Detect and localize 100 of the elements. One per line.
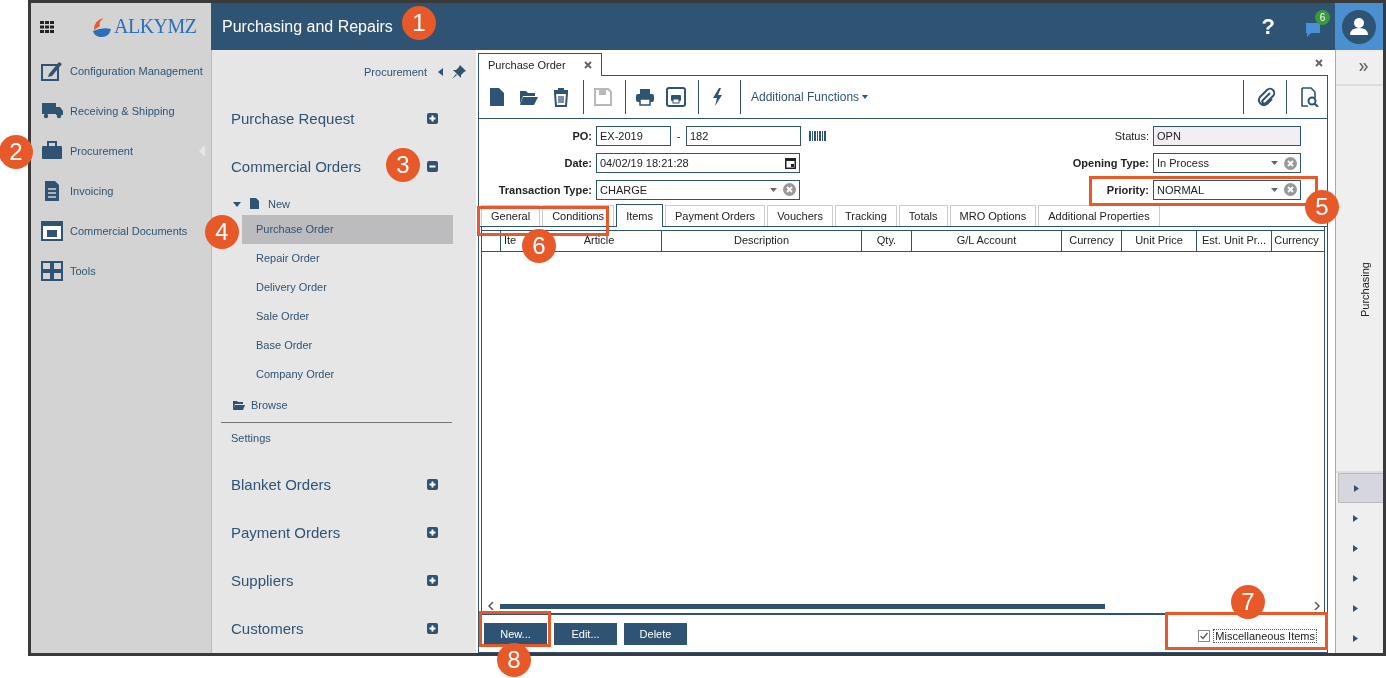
avatar-icon[interactable] <box>1342 9 1376 44</box>
field-label: Transaction Type: <box>497 183 593 196</box>
notification-badge: 6 <box>1315 9 1330 25</box>
nav-item[interactable]: Receiving & Shipping <box>31 91 205 131</box>
panel-title: Purchasing <box>1358 262 1371 318</box>
action-button[interactable]: New... <box>484 622 547 645</box>
menu-section[interactable]: Blanket Orders <box>231 475 332 493</box>
input-field[interactable]: EX-2019 <box>596 126 671 147</box>
caret-down-icon <box>862 95 869 99</box>
menu-section[interactable]: Purchase Request <box>231 109 355 127</box>
dropdown-field[interactable]: In Process <box>1153 153 1301 173</box>
caret-down-icon <box>1271 161 1278 165</box>
input-field[interactable]: 182 <box>686 126 801 147</box>
tree-item[interactable]: Delivery Order <box>242 273 453 302</box>
tab[interactable]: MRO Options <box>949 205 1037 226</box>
action-button[interactable]: Edit... <box>554 622 617 645</box>
nav-item[interactable]: Commercial Documents <box>31 211 205 251</box>
paperclip-icon[interactable] <box>1256 87 1276 107</box>
triangle-right-icon <box>1353 514 1358 522</box>
tab[interactable]: Additional Properties <box>1038 205 1160 226</box>
tree-item[interactable]: Company Order <box>242 360 453 389</box>
triangle-right-icon <box>1353 544 1358 552</box>
expand-icon[interactable] <box>427 478 438 490</box>
close-icon[interactable] <box>583 61 592 69</box>
tab[interactable]: Vouchers <box>767 205 833 226</box>
nav-item[interactable]: Invoicing <box>31 171 205 211</box>
help-button[interactable]: ? <box>1261 13 1275 40</box>
column-header[interactable]: Ite <box>504 231 517 250</box>
column-header[interactable]: G/L Account <box>956 231 1017 250</box>
trash-icon[interactable] <box>551 87 571 107</box>
tab[interactable]: Items <box>616 204 664 227</box>
clear-icon[interactable] <box>1284 156 1297 170</box>
calendar-icon[interactable] <box>785 157 796 169</box>
printer-icon[interactable] <box>635 87 655 107</box>
checkbox-label[interactable]: Miscellaneous Items <box>1213 628 1317 643</box>
menu-button[interactable]: Additional Functions <box>741 90 869 104</box>
action-button[interactable]: Delete <box>624 622 687 645</box>
clear-icon[interactable] <box>1284 183 1297 197</box>
column-header[interactable]: Currency <box>1274 231 1319 250</box>
tree-item[interactable]: Base Order <box>242 331 453 360</box>
caret-down-icon <box>770 187 777 192</box>
dropdown-field[interactable]: NORMAL <box>1153 179 1301 200</box>
tab[interactable]: General <box>481 205 541 226</box>
print-preview-icon[interactable] <box>666 87 686 107</box>
document-tab[interactable]: Purchase Order <box>478 53 602 76</box>
field-label: Status: <box>1113 130 1150 143</box>
column-header[interactable]: Qty. <box>876 231 897 250</box>
menu-section[interactable]: Customers <box>231 619 304 637</box>
tree-item[interactable]: Purchase Order <box>242 215 453 244</box>
expand-icon[interactable] <box>427 112 438 124</box>
folder-icon <box>233 400 245 410</box>
expand-icon[interactable] <box>427 574 438 586</box>
close-icon[interactable] <box>1315 59 1323 67</box>
tree-item[interactable]: Browse <box>251 399 288 411</box>
menu-section[interactable]: Payment Orders <box>231 523 341 541</box>
barcode-icon[interactable] <box>809 131 826 142</box>
nav-item[interactable]: Configuration Management <box>31 51 205 91</box>
nav-item[interactable]: Tools <box>31 251 205 291</box>
document-search-icon[interactable] <box>1299 87 1319 107</box>
apps-grid-icon[interactable] <box>40 20 54 33</box>
nav-item[interactable]: Procurement <box>31 131 205 171</box>
clear-icon[interactable] <box>783 183 796 197</box>
column-header[interactable]: Unit Price <box>1135 231 1183 250</box>
expand-icon[interactable] <box>427 526 438 538</box>
column-header[interactable]: Article <box>583 231 615 250</box>
logo-text: ALKYMZ <box>114 15 197 38</box>
field-label: Priority: <box>1105 183 1150 196</box>
tree-item[interactable]: Sale Order <box>242 302 453 331</box>
column-header[interactable]: Currency <box>1069 231 1114 250</box>
caret-down-icon[interactable] <box>233 199 241 208</box>
column-header[interactable]: Description <box>734 231 789 250</box>
readonly-field: OPN <box>1153 126 1301 147</box>
field-label: Date: <box>563 157 593 169</box>
tree-item[interactable]: Repair Order <box>242 244 453 273</box>
tab[interactable]: Payment Orders <box>665 205 766 226</box>
grid-icon <box>41 260 63 282</box>
settings-link[interactable]: Settings <box>212 423 476 453</box>
triangle-right-icon <box>1354 484 1359 492</box>
tab[interactable]: Tracking <box>835 205 897 226</box>
new-document-icon[interactable] <box>487 87 507 107</box>
scroll-left-icon[interactable] <box>488 602 494 610</box>
date-field[interactable]: 04/02/19 18:21:28 <box>596 153 800 173</box>
expand-icon[interactable] <box>427 622 438 634</box>
collapse-arrow-icon[interactable] <box>438 68 443 76</box>
checkbox-icon[interactable] <box>1198 629 1211 642</box>
pin-icon[interactable] <box>452 65 466 79</box>
tree-item[interactable]: New <box>268 197 290 210</box>
menu-section[interactable]: Commercial Orders <box>231 157 362 175</box>
field-label: PO: <box>571 130 593 143</box>
breadcrumb-link[interactable]: Procurement <box>364 66 427 78</box>
scrollbar-thumb[interactable] <box>500 603 1105 609</box>
scroll-right-icon[interactable] <box>1314 602 1320 610</box>
tab[interactable]: Totals <box>898 205 948 226</box>
separator-text: - <box>675 130 682 143</box>
expand-panel-icon[interactable] <box>1358 63 1369 71</box>
column-header[interactable]: Est. Unit Pr... <box>1201 231 1267 250</box>
menu-section[interactable]: Suppliers <box>231 571 294 589</box>
collapse-icon[interactable] <box>427 160 438 172</box>
dropdown-field[interactable]: CHARGE <box>596 179 800 200</box>
briefcase-icon <box>41 140 63 162</box>
